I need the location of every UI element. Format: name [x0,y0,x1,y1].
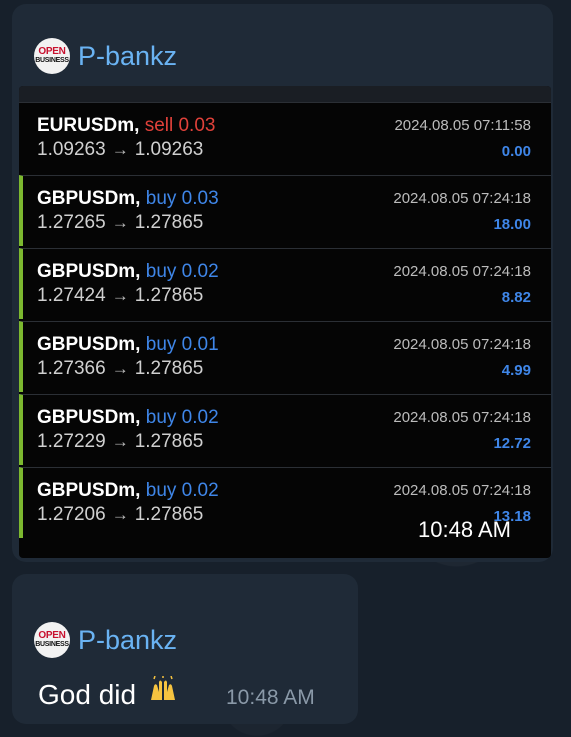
message-time: 10:48 AM [418,517,511,542]
sender-row: OPEN BUSINESS P-bankz [34,38,177,74]
trade-side: buy 0.03 [145,188,219,209]
avatar-text-bottom: BUSINESS [35,641,69,648]
trade-side: buy 0.02 [145,480,219,501]
close-price: 1.27865 [134,285,204,306]
arrow-right-icon: → [111,140,129,159]
trade-title: EURUSDm, sell 0.03 [37,115,215,137]
arrow-right-icon: → [111,505,129,524]
trade-side: buy 0.02 [145,407,219,428]
close-price: 1.27865 [134,212,204,233]
close-price: 1.27865 [134,431,204,452]
trade-profit: 12.72 [493,435,531,452]
trade-profit: 8.82 [501,289,531,306]
trade-symbol: GBPUSDm, [37,407,141,428]
table-header-strip [19,86,551,102]
arrow-right-icon: → [111,213,129,232]
trade-title: GBPUSDm, buy 0.02 [37,261,219,283]
message-time: 10:48 AM [226,686,315,709]
trade-row[interactable]: GBPUSDm, buy 0.03 1.27265 → 1.27865 2024.08.… [19,175,551,246]
close-price: 1.09263 [134,139,204,160]
trade-prices: 1.27206 → 1.27865 [37,504,203,526]
trade-row[interactable]: GBPUSDm, buy 0.02 1.27229 → 1.27865 2024.08.… [19,394,551,465]
close-price: 1.27865 [134,504,204,525]
open-price: 1.27206 [37,504,106,525]
arrow-right-icon: → [111,359,129,378]
open-price: 1.27265 [37,212,106,233]
arrow-right-icon: → [111,286,129,305]
trade-symbol: GBPUSDm, [37,261,141,282]
raising-hands-icon [148,675,178,711]
trade-symbol: EURUSDm, [37,115,140,136]
avatar-text-top: OPEN [38,630,66,641]
trade-side: sell 0.03 [144,115,216,136]
trade-profit: 4.99 [501,362,531,379]
trade-title: GBPUSDm, buy 0.01 [37,334,219,356]
trade-symbol: GBPUSDm, [37,188,141,209]
open-price: 1.27366 [37,358,106,379]
trade-symbol: GBPUSDm, [37,480,141,501]
sender-name[interactable]: P-bankz [78,625,177,655]
trade-row[interactable]: GBPUSDm, buy 0.02 1.27424 → 1.27865 2024.08.… [19,248,551,319]
trade-profit: 18.00 [493,216,531,233]
trade-side: buy 0.02 [145,261,219,282]
trade-side: buy 0.01 [145,334,219,355]
trade-prices: 1.27229 → 1.27865 [37,431,203,453]
trade-symbol: GBPUSDm, [37,334,141,355]
trade-title: GBPUSDm, buy 0.02 [37,480,219,502]
trade-prices: 1.27366 → 1.27865 [37,358,203,380]
avatar-text-top: OPEN [38,46,66,57]
avatar[interactable]: OPEN BUSINESS [34,38,70,74]
close-price: 1.27865 [134,358,204,379]
trade-title: GBPUSDm, buy 0.02 [37,407,219,429]
arrow-right-icon: → [111,432,129,451]
sender-name[interactable]: P-bankz [78,41,177,71]
trade-prices: 1.27424 → 1.27865 [37,285,203,307]
message-text-content: God did [38,679,137,710]
trade-row[interactable]: GBPUSDm, buy 0.01 1.27366 → 1.27865 2024.08.… [19,321,551,392]
trade-datetime: 2024.08.05 07:24:18 [393,263,531,280]
sender-row: OPEN BUSINESS P-bankz [34,622,177,658]
avatar-text-bottom: BUSINESS [35,57,69,64]
open-price: 1.27229 [37,431,106,452]
trade-datetime: 2024.08.05 07:11:58 [394,117,531,134]
trade-datetime: 2024.08.05 07:24:18 [393,336,531,353]
trade-datetime: 2024.08.05 07:24:18 [393,482,531,499]
open-price: 1.27424 [37,285,106,306]
avatar[interactable]: OPEN BUSINESS [34,622,70,658]
message-text: God did [38,675,178,711]
trade-prices: 1.09263 → 1.09263 [37,139,203,161]
trade-profit: 0.00 [501,143,531,160]
trade-history-image[interactable]: EURUSDm, sell 0.03 1.09263 → 1.09263 2024.08… [19,86,551,558]
open-price: 1.09263 [37,139,106,160]
trade-row[interactable]: EURUSDm, sell 0.03 1.09263 → 1.09263 2024.08… [19,102,551,173]
trade-prices: 1.27265 → 1.27865 [37,212,203,234]
trade-datetime: 2024.08.05 07:24:18 [393,190,531,207]
trade-title: GBPUSDm, buy 0.03 [37,188,219,210]
trade-datetime: 2024.08.05 07:24:18 [393,409,531,426]
